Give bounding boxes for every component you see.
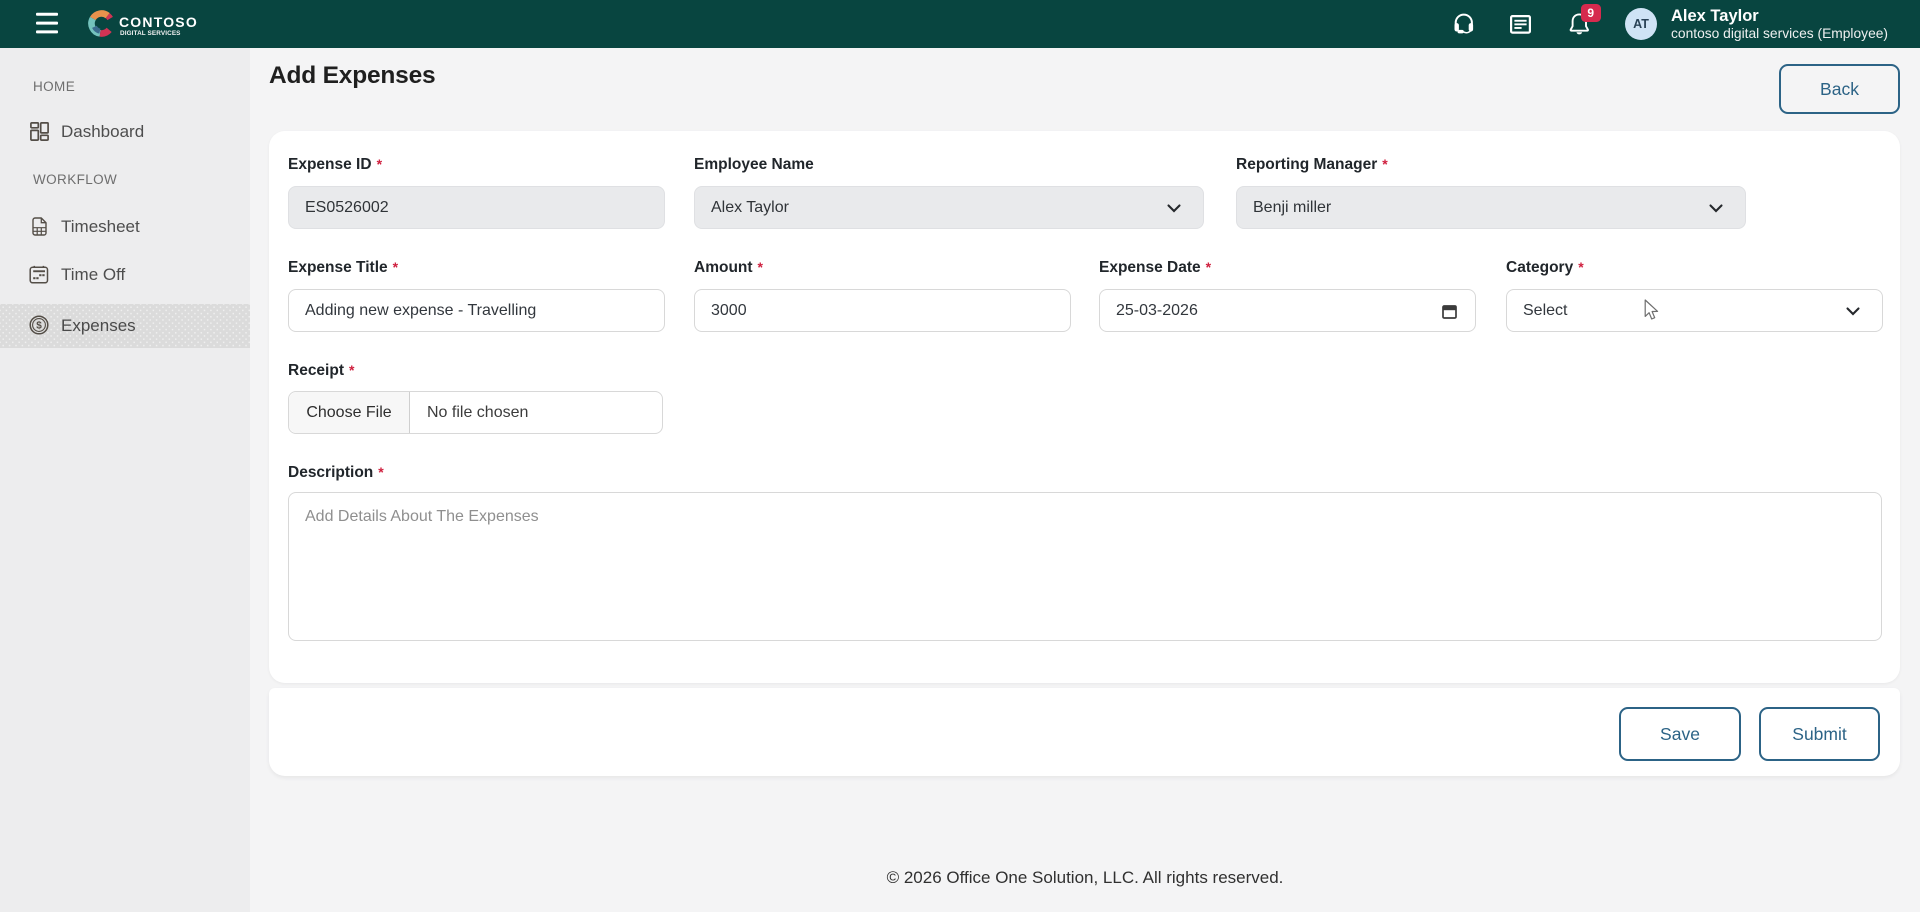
svg-text:$: $ xyxy=(36,321,42,332)
